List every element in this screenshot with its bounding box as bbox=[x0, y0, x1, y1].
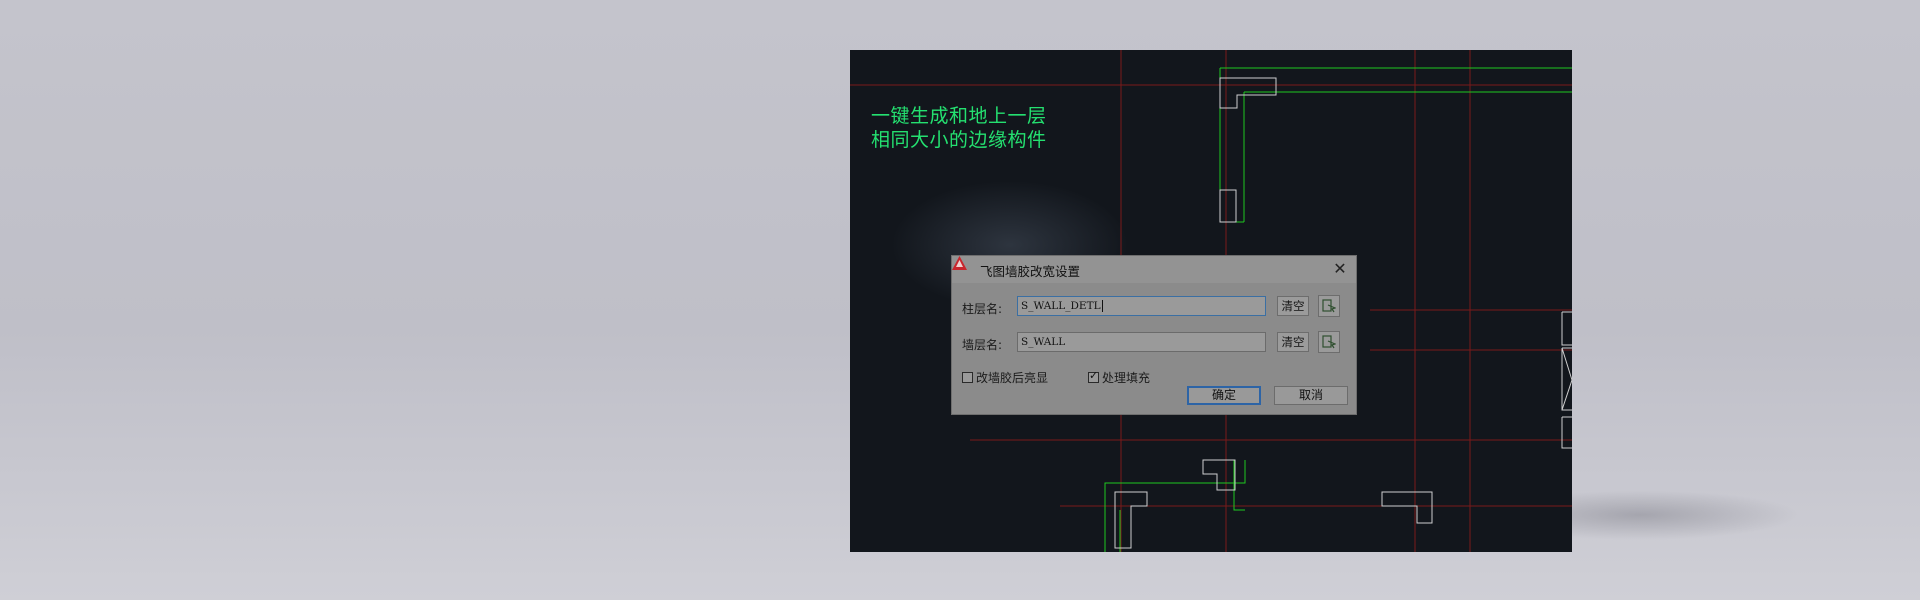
edge-component bbox=[1561, 416, 1572, 449]
cancel-button[interactable]: 取消 bbox=[1274, 386, 1348, 405]
edge-component bbox=[1219, 77, 1277, 109]
wall-layer-label: 墙层名: bbox=[962, 338, 1003, 352]
wall-layer-input[interactable]: S_WALL bbox=[1017, 332, 1266, 352]
column-layer-input[interactable]: S_WALL_DETL bbox=[1017, 296, 1266, 316]
caption-line: 相同大小的边缘构件 bbox=[871, 129, 1047, 151]
cad-drawing-canvas[interactable]: 一键生成和地上一层 相同大小的边缘构件 飞图墙胶改宽设置 ✕ 柱层名: S_WA… bbox=[850, 50, 1572, 552]
highlight-after-change-checkbox[interactable] bbox=[962, 372, 973, 383]
layer-pick-icon bbox=[1322, 299, 1336, 313]
column-layer-value: S_WALL_DETL bbox=[1021, 300, 1101, 312]
wall-width-settings-dialog: 飞图墙胶改宽设置 ✕ 柱层名: S_WALL_DETL 清空 墙层名: S_WA… bbox=[951, 255, 1357, 415]
wall-outline bbox=[1219, 67, 1572, 222]
autocad-logo-icon bbox=[952, 256, 967, 270]
wall-layer-value: S_WALL bbox=[1021, 336, 1066, 348]
edge-component bbox=[1561, 311, 1572, 346]
edge-component bbox=[1219, 189, 1237, 223]
highlight-after-change-option[interactable]: 改墙胶后亮显 bbox=[962, 369, 1048, 386]
dialog-titlebar[interactable]: 飞图墙胶改宽设置 ✕ bbox=[952, 256, 1356, 283]
clear-column-layer-button[interactable]: 清空 bbox=[1277, 296, 1309, 316]
canvas-caption: 一键生成和地上一层 相同大小的边缘构件 bbox=[871, 104, 1047, 152]
caption-line: 一键生成和地上一层 bbox=[871, 105, 1047, 127]
process-fill-option[interactable]: ✓ 处理填充 bbox=[1088, 369, 1150, 386]
highlight-after-change-label: 改墙胶后亮显 bbox=[976, 371, 1049, 385]
close-icon[interactable]: ✕ bbox=[1330, 259, 1350, 279]
layer-pick-icon bbox=[1322, 335, 1336, 349]
process-fill-checkbox[interactable]: ✓ bbox=[1088, 369, 1099, 383]
ok-button[interactable]: 确定 bbox=[1187, 386, 1261, 405]
checkmark-icon: ✓ bbox=[1089, 369, 1099, 382]
dialog-title: 飞图墙胶改宽设置 bbox=[980, 264, 1081, 279]
column-layer-label: 柱层名: bbox=[962, 302, 1003, 316]
wall-outline bbox=[1220, 91, 1572, 223]
edge-component bbox=[1381, 491, 1433, 524]
pick-column-layer-button[interactable] bbox=[1318, 295, 1340, 317]
pick-wall-layer-button[interactable] bbox=[1318, 331, 1340, 353]
wall-outline bbox=[1233, 460, 1245, 511]
clear-wall-layer-button[interactable]: 清空 bbox=[1277, 332, 1309, 352]
text-caret bbox=[1101, 300, 1103, 312]
edge-component bbox=[1202, 459, 1236, 491]
edge-component bbox=[1561, 347, 1572, 411]
process-fill-label: 处理填充 bbox=[1102, 371, 1151, 385]
